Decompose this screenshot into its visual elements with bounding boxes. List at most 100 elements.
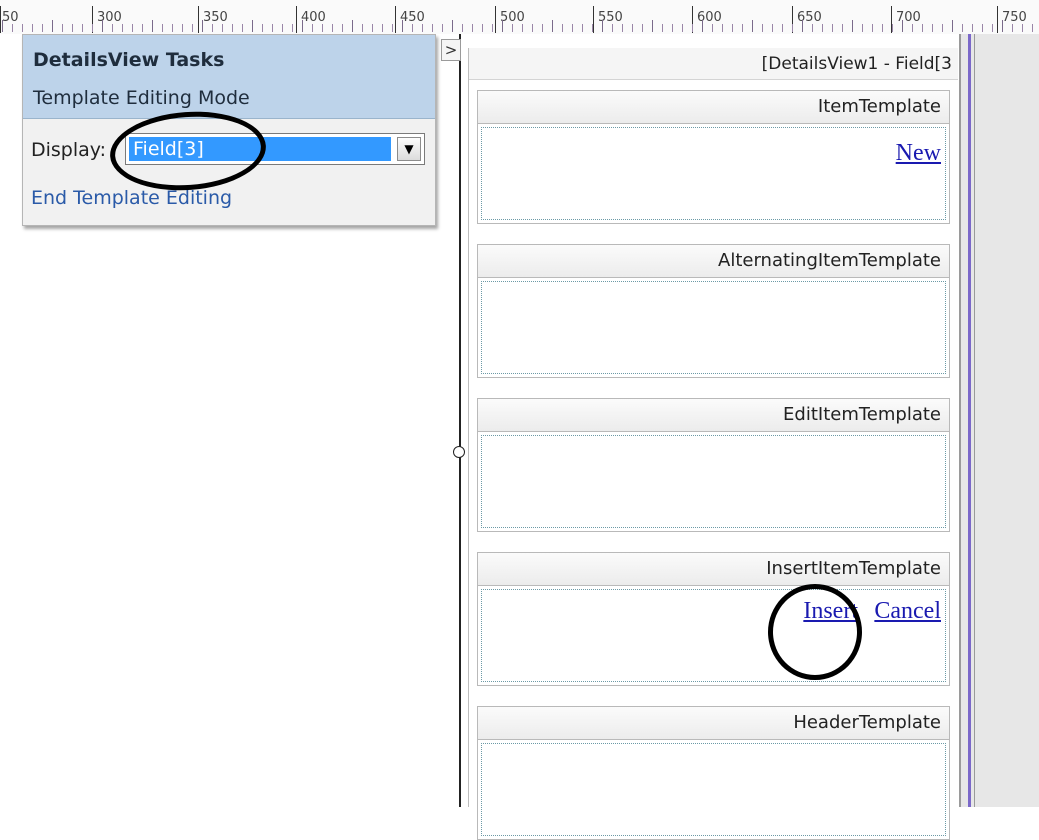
ruler-minor-tick xyxy=(782,24,783,32)
ruler-minor-tick xyxy=(52,20,53,32)
ruler-minor-tick xyxy=(822,24,823,32)
ruler-minor-tick xyxy=(662,24,663,32)
ruler-minor-tick xyxy=(292,24,293,32)
ruler-minor-tick xyxy=(392,24,393,32)
new-link[interactable]: New xyxy=(896,140,941,167)
ruler-minor-tick xyxy=(612,24,613,32)
template-header-template[interactable]: HeaderTemplate xyxy=(477,706,950,840)
ruler-minor-tick xyxy=(872,24,873,32)
tasks-panel-title: DetailsView Tasks xyxy=(33,49,225,71)
template-header: HeaderTemplate xyxy=(477,706,950,740)
tasks-panel-mode: Template Editing Mode xyxy=(33,87,250,109)
ruler-minor-tick xyxy=(602,20,603,32)
ruler-minor-tick xyxy=(442,24,443,32)
ruler-minor-tick xyxy=(942,24,943,32)
smart-tag-chevron-icon[interactable]: > xyxy=(441,39,461,61)
ruler-major-tick xyxy=(395,6,396,33)
cancel-link[interactable]: Cancel xyxy=(874,598,941,625)
ruler-minor-tick xyxy=(22,24,23,32)
ruler-minor-tick xyxy=(672,24,673,32)
ruler-minor-tick xyxy=(562,24,563,32)
ruler-minor-tick xyxy=(432,24,433,32)
template-body[interactable] xyxy=(477,740,950,840)
ruler-minor-tick xyxy=(812,24,813,32)
ruler-minor-tick xyxy=(862,24,863,32)
template-body[interactable]: Insert Cancel xyxy=(477,586,950,686)
template-body[interactable] xyxy=(477,432,950,532)
ruler-minor-tick xyxy=(962,24,963,32)
ruler-minor-tick xyxy=(142,24,143,32)
gutter-divider xyxy=(959,34,961,807)
ruler-minor-tick xyxy=(402,20,403,32)
ruler-minor-tick xyxy=(182,24,183,32)
ruler-minor-tick xyxy=(412,24,413,32)
ruler-minor-tick xyxy=(102,20,103,32)
ruler-minor-tick xyxy=(472,24,473,32)
ruler-minor-tick xyxy=(642,24,643,32)
ruler-minor-tick xyxy=(692,24,693,32)
template-body[interactable] xyxy=(477,278,950,378)
template-header: ItemTemplate xyxy=(477,90,950,124)
end-template-editing-link[interactable]: End Template Editing xyxy=(31,187,232,209)
template-header: EditItemTemplate xyxy=(477,398,950,432)
ruler-minor-tick xyxy=(712,24,713,32)
ruler-minor-tick xyxy=(82,24,83,32)
ruler-minor-tick xyxy=(172,24,173,32)
ruler-minor-tick xyxy=(552,20,553,32)
dropdown-arrow-icon[interactable]: ▼ xyxy=(397,137,421,161)
template-drop-zone[interactable] xyxy=(481,281,946,374)
template-body[interactable]: New xyxy=(477,124,950,224)
ruler-minor-tick xyxy=(842,24,843,32)
ruler-minor-tick xyxy=(582,24,583,32)
ruler-minor-tick xyxy=(262,24,263,32)
gutter-divider xyxy=(974,34,975,807)
template-edit[interactable]: EditItemTemplate xyxy=(477,398,950,532)
ruler-minor-tick xyxy=(922,24,923,32)
ruler-major-tick xyxy=(296,6,297,33)
ruler-minor-tick xyxy=(722,24,723,32)
ruler-minor-tick xyxy=(742,24,743,32)
ruler-minor-tick xyxy=(762,24,763,32)
horizontal-ruler: 50 300 350 400 450 500 550 600 650 700 7… xyxy=(0,0,1039,35)
ruler-minor-tick xyxy=(632,24,633,32)
ruler-minor-tick xyxy=(792,24,793,32)
ruler-minor-tick xyxy=(12,24,13,32)
ruler-label: 300 xyxy=(97,10,122,25)
ruler-minor-tick xyxy=(1012,24,1013,32)
ruler-minor-tick xyxy=(1032,24,1033,32)
ruler-major-tick xyxy=(593,6,594,33)
ruler-minor-tick xyxy=(252,20,253,32)
ruler-minor-tick xyxy=(1002,20,1003,32)
template-insert[interactable]: InsertItemTemplate Insert Cancel xyxy=(477,552,950,686)
details-view-control[interactable]: [DetailsView1 - Field[3 ItemTemplate New… xyxy=(468,48,958,840)
ruler-major-tick xyxy=(997,6,998,33)
ruler-minor-tick xyxy=(1022,24,1023,32)
resize-handle[interactable] xyxy=(453,446,465,458)
ruler-major-tick xyxy=(495,6,496,33)
ruler-label: 400 xyxy=(301,10,326,25)
ruler-minor-tick xyxy=(202,20,203,32)
ruler-minor-tick xyxy=(32,24,33,32)
template-drop-zone[interactable] xyxy=(481,435,946,528)
template-drop-zone[interactable] xyxy=(481,127,946,220)
template-header: AlternatingItemTemplate xyxy=(477,244,950,278)
template-drop-zone[interactable] xyxy=(481,743,946,836)
ruler-minor-tick xyxy=(242,24,243,32)
ruler-minor-tick xyxy=(932,24,933,32)
ruler-minor-tick xyxy=(702,20,703,32)
ruler-minor-tick xyxy=(772,24,773,32)
ruler-minor-tick xyxy=(952,20,953,32)
ruler-minor-tick xyxy=(222,24,223,32)
ruler-minor-tick xyxy=(212,24,213,32)
template-alternating[interactable]: AlternatingItemTemplate xyxy=(477,244,950,378)
template-item[interactable]: ItemTemplate New xyxy=(477,90,950,224)
ruler-minor-tick xyxy=(282,24,283,32)
ruler-label: 350 xyxy=(203,10,228,25)
ruler-minor-tick xyxy=(312,24,313,32)
ruler-minor-tick xyxy=(452,20,453,32)
ruler-minor-tick xyxy=(912,24,913,32)
ruler-minor-tick xyxy=(192,24,193,32)
gutter-accent-line xyxy=(968,34,971,807)
ruler-label: 650 xyxy=(797,10,822,25)
ruler-minor-tick xyxy=(542,24,543,32)
